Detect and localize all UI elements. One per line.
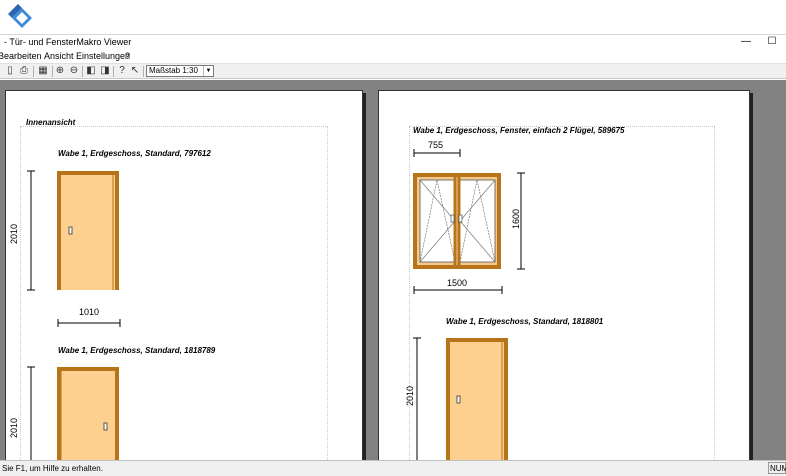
toolbar-separator [82,66,83,77]
help-icon[interactable]: ? [116,65,128,77]
window-width-dimension-line [413,286,503,294]
door-height-dimension: 2010 [405,385,416,407]
zoom-out-icon[interactable]: ⊖ [68,65,80,77]
page-next-icon[interactable]: ◨ [99,65,111,77]
chevron-down-icon[interactable]: ▼ [203,66,213,76]
door-label: Wabe 1, Erdgeschoss, Standard, 1818789 [58,346,216,355]
menu-ansicht[interactable]: Ansicht [44,51,74,61]
toolbar: ▯ ⎙ ▦ ⊕ ⊖ ◧ ◨ ? ↖ Maßstab 1:30 ▼ [0,63,786,79]
grid-icon[interactable]: ▦ [37,65,49,77]
door-height-dimension: 2010 [9,417,20,439]
minimize-button[interactable]: — [738,36,754,47]
menu-bar: Bearbeiten Ansicht Einstellungen ? [0,50,786,63]
toolbar-separator [143,66,144,77]
door-drawing [27,170,119,291]
maximize-button[interactable]: ☐ [764,36,780,47]
toolbar-separator [113,66,114,77]
section-title: Innenansicht [26,118,76,127]
num-lock-indicator: NUM [768,462,786,474]
scale-select-value: Maßstab 1:30 [149,66,198,75]
door-height-dimension: 2010 [9,223,20,245]
status-text: Sie F1, um Hilfe zu erhalten. [2,464,103,473]
scale-select[interactable]: Maßstab 1:30 ▼ [146,65,214,77]
window-drawing [413,172,525,270]
width-dimension-line [57,319,121,327]
sash-dimension-line [413,149,461,157]
preview-page-right: Wabe 1, Erdgeschoss, Fenster, einfach 2 … [378,90,750,476]
window-height-dimension: 1600 [511,208,522,230]
print-icon[interactable]: ⎙ [18,65,30,77]
door-drawing [27,366,119,475]
menu-bearbeiten[interactable]: Bearbeiten [0,51,42,61]
preview-workspace[interactable]: Innenansicht Wabe 1, Erdgeschoss, Standa… [0,80,786,476]
context-help-icon[interactable]: ↖ [129,65,141,77]
print-preview-icon[interactable]: ▯ [4,65,16,77]
preview-page-left: Innenansicht Wabe 1, Erdgeschoss, Standa… [5,90,363,476]
toolbar-separator [52,66,53,77]
zoom-in-icon[interactable]: ⊕ [54,65,66,77]
status-bar: Sie F1, um Hilfe zu erhalten. NUM [0,460,786,476]
toolbar-separator [33,66,34,77]
door-drawing [413,337,508,466]
door-width-dimension: 1010 [79,307,100,317]
menu-help[interactable]: ? [125,51,130,61]
door-label: Wabe 1, Erdgeschoss, Standard, 797612 [58,149,211,158]
title-bar: - Tür- und FensterMakro Viewer — ☐ [0,34,786,50]
door-label: Wabe 1, Erdgeschoss, Standard, 1818801 [446,317,604,326]
window-title: - Tür- und FensterMakro Viewer [4,37,132,47]
app-logo [8,4,32,28]
page-previous-icon[interactable]: ◧ [85,65,97,77]
menu-einstellungen[interactable]: Einstellungen [76,51,130,61]
window-label: Wabe 1, Erdgeschoss, Fenster, einfach 2 … [413,126,625,135]
